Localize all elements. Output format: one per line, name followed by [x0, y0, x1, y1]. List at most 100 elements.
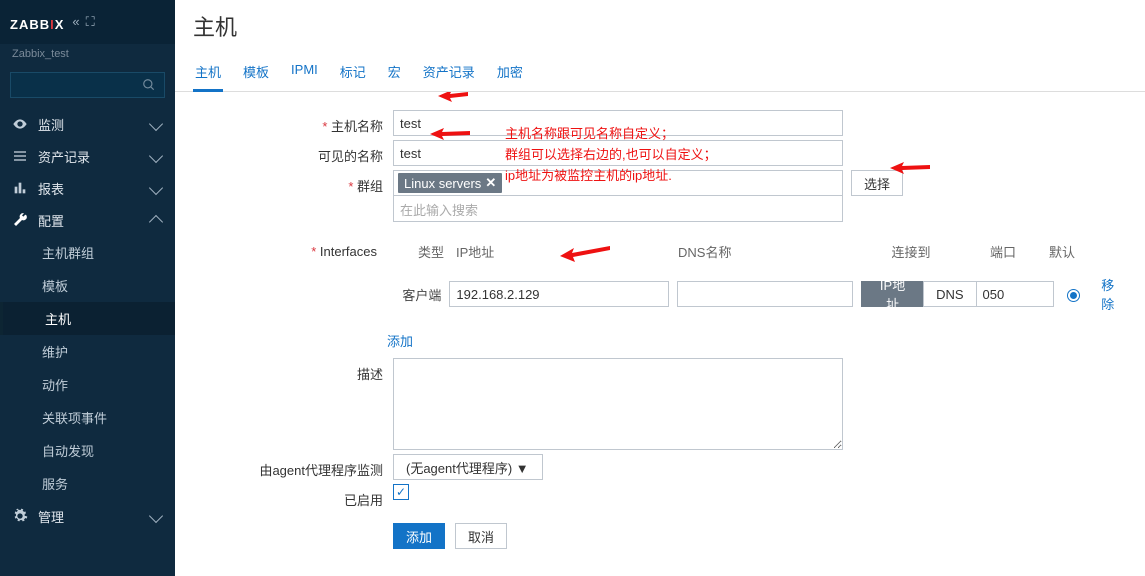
- row-hostname: 主机名称: [193, 110, 1127, 136]
- row-agent: 由agent代理程序监测 (无agent代理程序) ▼: [193, 454, 1127, 480]
- sub-hosts[interactable]: 主机: [0, 302, 175, 335]
- sub-maintenance[interactable]: 维护: [0, 335, 175, 368]
- groups-tags[interactable]: Linux servers ✕: [393, 170, 843, 196]
- groups-box: Linux servers ✕ 在此输入搜索: [393, 170, 843, 222]
- conn-ip-toggle[interactable]: IP地址: [861, 281, 923, 307]
- group-tag: Linux servers ✕: [398, 173, 502, 193]
- logo-text-a: ZABB: [10, 17, 50, 32]
- interface-row: 客户端 IP地址 DNS 移除: [387, 273, 1127, 315]
- nav-item-reports[interactable]: 报表: [0, 172, 175, 204]
- tab-inventory[interactable]: 资产记录: [421, 54, 477, 91]
- collapse-icon[interactable]: «: [72, 14, 79, 30]
- interface-ip-input[interactable]: [449, 281, 669, 307]
- wrench-icon: [12, 212, 28, 228]
- sub-templates[interactable]: 模板: [0, 269, 175, 302]
- add-button[interactable]: 添加: [393, 523, 445, 549]
- sub-discovery[interactable]: 自动发现: [0, 434, 175, 467]
- interfaces-header: 类型 IP地址 DNS名称 连接到 端口 默认: [387, 238, 1127, 265]
- logo-text-c: X: [55, 17, 65, 32]
- conn-dns-toggle[interactable]: DNS: [923, 281, 976, 307]
- description-textarea[interactable]: [393, 358, 843, 450]
- row-interfaces: Interfaces 类型 IP地址 DNS名称 连接到 端口 默认 客户端 I…: [193, 238, 1127, 354]
- list-icon: [12, 148, 28, 164]
- head-dns: DNS名称: [672, 242, 858, 261]
- label-interfaces: Interfaces: [193, 238, 387, 259]
- label-enabled: 已启用: [193, 484, 393, 509]
- search-input[interactable]: [10, 72, 165, 98]
- chevron-down-icon: [149, 509, 163, 523]
- chevron-down-icon: [149, 181, 163, 195]
- enabled-checkbox[interactable]: ✓: [393, 484, 409, 500]
- chevron-up-icon: [149, 215, 163, 229]
- tabs: 主机 模板 IPMI 标记 宏 资产记录 加密: [175, 54, 1145, 92]
- label-agent: 由agent代理程序监测: [193, 454, 393, 479]
- interface-default-radio[interactable]: [1054, 287, 1094, 302]
- tab-ipmi[interactable]: IPMI: [289, 54, 320, 91]
- tab-templates[interactable]: 模板: [241, 54, 271, 91]
- interface-type: 客户端: [387, 285, 449, 304]
- sidebar: ZABBIX « ⛶ Zabbix_test 监测 资产记录 报表 配置: [0, 0, 175, 576]
- head-def: 默认: [1042, 242, 1082, 261]
- tab-macros[interactable]: 宏: [386, 54, 403, 91]
- row-visible: 可见的名称: [193, 140, 1127, 166]
- tenant-name: Zabbix_test: [0, 44, 175, 66]
- sidebar-header: ZABBIX « ⛶ Zabbix_test: [0, 0, 175, 108]
- head-conn: 连接到: [858, 242, 964, 261]
- nav-item-monitor[interactable]: 监测: [0, 108, 175, 140]
- label-hostname: 主机名称: [193, 110, 393, 135]
- header-icons: « ⛶: [72, 14, 94, 30]
- tab-encryption[interactable]: 加密: [495, 54, 525, 91]
- interface-dns-input[interactable]: [677, 281, 853, 307]
- form: 主机名称 可见的名称 群组 Linux servers ✕ 在此输入搜索 选择: [175, 92, 1145, 569]
- nav-label: 配置: [38, 211, 64, 230]
- nav-item-admin[interactable]: 管理: [0, 500, 175, 532]
- head-port: 端口: [964, 242, 1042, 261]
- group-tag-label: Linux servers: [404, 176, 481, 191]
- nav-label: 报表: [38, 179, 64, 198]
- head-ip: IP地址: [450, 242, 672, 261]
- label-visible: 可见的名称: [193, 140, 393, 165]
- sub-correlation[interactable]: 关联项事件: [0, 401, 175, 434]
- nav-item-inventory[interactable]: 资产记录: [0, 140, 175, 172]
- visible-name-input[interactable]: [393, 140, 843, 166]
- interface-remove-link[interactable]: 移除: [1101, 275, 1127, 313]
- form-actions: 添加 取消: [393, 523, 1127, 549]
- gear-icon: [12, 508, 28, 524]
- row-groups: 群组 Linux servers ✕ 在此输入搜索 选择: [193, 170, 1127, 222]
- sub-services[interactable]: 服务: [0, 467, 175, 500]
- nav-config-sub: 主机群组 模板 主机 维护 动作 关联项事件 自动发现 服务: [0, 236, 175, 500]
- nav: 监测 资产记录 报表 配置 主机群组 模板 主机 维护 动作 关联项事件 自动发…: [0, 108, 175, 576]
- search-row: [0, 66, 175, 108]
- tab-host[interactable]: 主机: [193, 54, 223, 92]
- agent-proxy-select[interactable]: (无agent代理程序) ▼: [393, 454, 543, 480]
- nav-label: 资产记录: [38, 147, 90, 166]
- label-groups: 群组: [193, 170, 393, 195]
- cancel-button[interactable]: 取消: [455, 523, 507, 549]
- hostname-input[interactable]: [393, 110, 843, 136]
- sub-hostgroups[interactable]: 主机群组: [0, 236, 175, 269]
- fullscreen-icon[interactable]: ⛶: [86, 14, 95, 30]
- chart-icon: [12, 180, 28, 196]
- eye-icon: [12, 116, 28, 132]
- tab-tags[interactable]: 标记: [338, 54, 368, 91]
- search-icon: [142, 78, 156, 92]
- row-desc: 描述: [193, 358, 1127, 450]
- row-enabled: 已启用 ✓: [193, 484, 1127, 509]
- interface-port-input[interactable]: [977, 281, 1054, 307]
- remove-tag-icon[interactable]: ✕: [485, 175, 496, 191]
- page-title: 主机: [175, 0, 1145, 54]
- interface-add-link[interactable]: 添加: [387, 334, 413, 349]
- nav-item-config[interactable]: 配置: [0, 204, 175, 236]
- groups-search-input[interactable]: 在此输入搜索: [393, 196, 843, 222]
- select-groups-button[interactable]: 选择: [851, 170, 903, 196]
- label-desc: 描述: [193, 358, 393, 383]
- chevron-down-icon: [149, 149, 163, 163]
- sub-actions[interactable]: 动作: [0, 368, 175, 401]
- nav-label: 管理: [38, 507, 64, 526]
- main: 主机 主机 模板 IPMI 标记 宏 资产记录 加密 主机名称 可见的名称 群组…: [175, 0, 1145, 576]
- app-logo[interactable]: ZABBIX: [10, 9, 64, 35]
- arrow-icon: [438, 92, 468, 106]
- nav-label: 监测: [38, 115, 64, 134]
- head-type: 类型: [387, 242, 450, 261]
- chevron-down-icon: [149, 117, 163, 131]
